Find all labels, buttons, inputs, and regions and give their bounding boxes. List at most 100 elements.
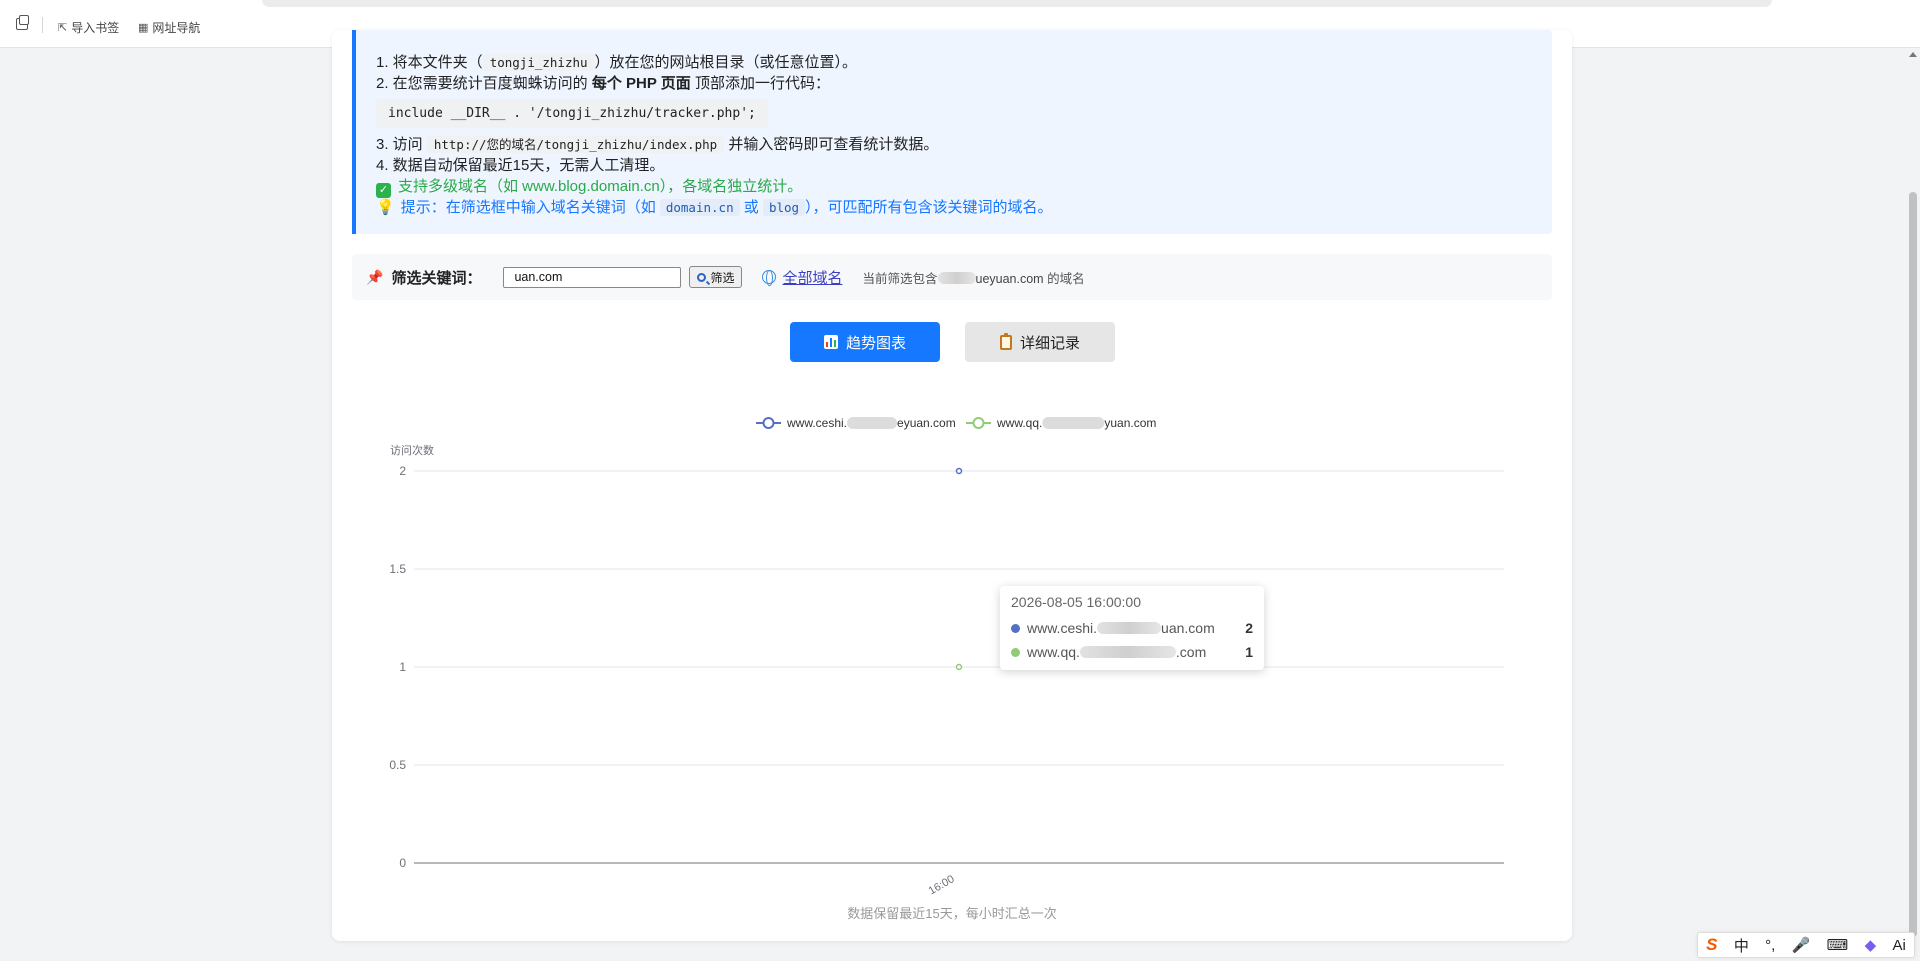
tip-note: 💡 提示：在筛选框中输入域名关键词（如 domain.cn 或 blog ），可匹配… — [376, 197, 1552, 218]
legend-redacted-area — [847, 417, 898, 429]
x-tick-label: 16:00 — [927, 873, 957, 897]
tab-label: 趋势图表 — [845, 334, 906, 352]
ime-toolbar: S 中 °, 🎤 ⌨ ◆ Ai — [1697, 932, 1915, 958]
all-domains-label: 全部域名 — [782, 269, 843, 287]
data-point — [955, 467, 963, 475]
step-text: 并输入密码即可查看统计数据。 — [724, 136, 939, 153]
retention-note: 数据保留最近15天，每小时汇总一次 — [847, 906, 1057, 921]
chart-tooltip: 2026-08-05 16:00:00 www.ceshi. uan.com 2 … — [1000, 586, 1264, 670]
step-bold: 每个 PHP 页面 — [591, 75, 691, 92]
scrollbar-thumb[interactable] — [1909, 192, 1917, 937]
ai-icon[interactable]: Ai — [1892, 937, 1905, 954]
tooltip-row: www.qq. .com 1 — [1011, 640, 1253, 664]
punct-icon[interactable]: °, — [1765, 937, 1775, 954]
redacted-area — [1079, 646, 1176, 658]
bookmark-import[interactable]: ⇱ 导入书签 — [58, 19, 119, 36]
filter-button-label: 筛选 — [710, 270, 735, 285]
filter-keyword-input[interactable] — [503, 266, 682, 288]
legend-marker — [972, 417, 985, 429]
globe-icon — [762, 270, 777, 286]
tab-label: 详细记录 — [1019, 334, 1080, 352]
legend-redacted-area — [1042, 417, 1105, 429]
sogou-logo-icon[interactable]: S — [1706, 935, 1717, 955]
support-note: ✓ 支持多级域名（如 www.blog.domain.cn），各域名独立统计。 — [376, 176, 1552, 198]
tooltip-value: 2 — [1245, 620, 1253, 636]
pushpin-icon: 📌 — [366, 268, 384, 285]
trend-chart-svg: 0 0.5 1 1.5 2 访问次数 16:00 www.ceshi. eyuan.com www… — [389, 416, 1504, 897]
step-text: 3. 访问 — [376, 136, 427, 153]
tooltip-row: www.ceshi. uan.com 2 — [1011, 616, 1253, 640]
redacted-area — [937, 271, 976, 284]
keyboard-icon[interactable]: ⌨ — [1827, 936, 1849, 954]
step-text: 1. 将本文件夹（ — [376, 54, 483, 71]
legend-label-suffix: eyuan.com — [897, 416, 956, 430]
tooltip-series-name: www.ceshi. uan.com — [1027, 620, 1245, 636]
trend-chart: 0 0.5 1 1.5 2 访问次数 16:00 www.ceshi. eyuan.com www… — [332, 370, 1572, 910]
current-filter-prefix: 当前筛选包含 — [862, 271, 938, 286]
tooltip-name-prefix: www.qq. — [1027, 644, 1080, 660]
data-point — [955, 663, 963, 671]
grid-nav-icon: ▦ — [138, 22, 149, 34]
series-dot-icon — [1011, 647, 1020, 657]
y-tick-label: 1 — [399, 660, 406, 674]
all-domains-link[interactable]: 全部域名 — [762, 267, 842, 288]
current-filter-value: ueyuan.com — [975, 271, 1044, 286]
tab-switcher-icon[interactable] — [16, 15, 29, 30]
tip-code: blog — [762, 199, 806, 216]
tip-text: 提示：在筛选框中输入域名关键词（如 — [400, 199, 660, 216]
y-tick-label: 0.5 — [389, 758, 406, 772]
step-2: 2. 在您需要统计百度蜘蛛访问的 每个 PHP 页面 顶部添加一行代码： — [376, 73, 1552, 94]
filter-label: 筛选关键词： — [391, 269, 482, 287]
y-tick-label: 2 — [399, 464, 406, 478]
bar-chart-icon — [823, 335, 838, 349]
tooltip-title: 2026-08-05 16:00:00 — [1011, 594, 1141, 610]
tab-trend-chart[interactable]: 趋势图表 — [790, 322, 940, 362]
step-3: 3. 访问 http://您的域名/tongji_zhizhu/index.ph… — [376, 134, 1552, 155]
skin-icon[interactable]: ◆ — [1865, 936, 1877, 954]
checkmark-icon: ✓ — [376, 183, 391, 198]
lightbulb-icon: 💡 — [376, 199, 395, 216]
legend-label: www.ceshi. — [786, 416, 847, 430]
mic-icon[interactable]: 🎤 — [1792, 936, 1811, 954]
current-filter-text: 当前筛选包含 ueyuan.com 的域名 — [862, 268, 1085, 287]
url-code: http://您的域名/tongji_zhizhu/index.php — [426, 136, 725, 153]
step-1: 1. 将本文件夹（ tongji_zhizhu ）放在您的网站根目录（或任意位置）。 — [376, 52, 1552, 73]
bookmark-nav[interactable]: ▦ 网址导航 — [138, 19, 200, 36]
legend-label-suffix: yuan.com — [1104, 416, 1156, 430]
ime-language-toggle[interactable]: 中 — [1734, 935, 1749, 956]
divider — [42, 17, 43, 33]
redacted-area — [1097, 622, 1162, 634]
scroll-up-arrow-icon[interactable] — [1909, 52, 1917, 57]
step-text: 2. 在您需要统计百度蜘蛛访问的 — [376, 75, 592, 92]
tooltip-name-prefix: www.ceshi. — [1027, 620, 1098, 636]
tooltip-name-suffix: uan.com — [1161, 620, 1215, 636]
bookmark-label: 网址导航 — [152, 21, 201, 35]
instructions-box: 1. 将本文件夹（ tongji_zhizhu ）放在您的网站根目录（或任意位置）。… — [352, 30, 1552, 234]
tooltip-value: 1 — [1245, 644, 1253, 660]
folder-code: tongji_zhizhu — [482, 54, 595, 71]
clipboard-icon — [999, 332, 1012, 350]
include-code-block: include __DIR__ . '/tongji_zhizhu/tracke… — [376, 99, 768, 128]
y-tick-label: 1.5 — [389, 562, 406, 576]
step-text: ）放在您的网站根目录（或任意位置）。 — [594, 54, 858, 71]
import-bookmark-icon: ⇱ — [58, 22, 68, 34]
legend-label: www.qq. — [996, 416, 1042, 430]
legend-marker — [762, 417, 775, 429]
tip-text: 或 — [739, 199, 763, 216]
tooltip-name-suffix: .com — [1175, 644, 1207, 660]
tip-text: ），可匹配所有包含该关键词的域名。 — [805, 199, 1053, 216]
support-text: 支持多级域名（如 www.blog.domain.cn），各域名独立统计。 — [398, 178, 803, 195]
tooltip-series-name: www.qq. .com — [1027, 644, 1245, 660]
search-icon — [697, 272, 707, 282]
address-bar-edge[interactable] — [262, 0, 1772, 7]
filter-button[interactable]: 筛选 — [689, 266, 743, 288]
y-tick-label: 0 — [399, 856, 406, 870]
step-4: 4. 数据自动保留最近15天，无需人工清理。 — [376, 157, 665, 174]
current-filter-suffix: 的域名 — [1043, 271, 1085, 286]
bookmark-label: 导入书签 — [71, 21, 120, 35]
main-card: 1. 将本文件夹（ tongji_zhizhu ）放在您的网站根目录（或任意位置）。… — [332, 30, 1572, 941]
filter-bar: 📌 筛选关键词： 筛选 全部域名 当前筛选包含 ueyuan.com 的域名 — [352, 254, 1552, 300]
tip-code: domain.cn — [659, 199, 740, 216]
tab-detail-records[interactable]: 详细记录 — [965, 322, 1115, 362]
series-dot-icon — [1011, 623, 1020, 633]
